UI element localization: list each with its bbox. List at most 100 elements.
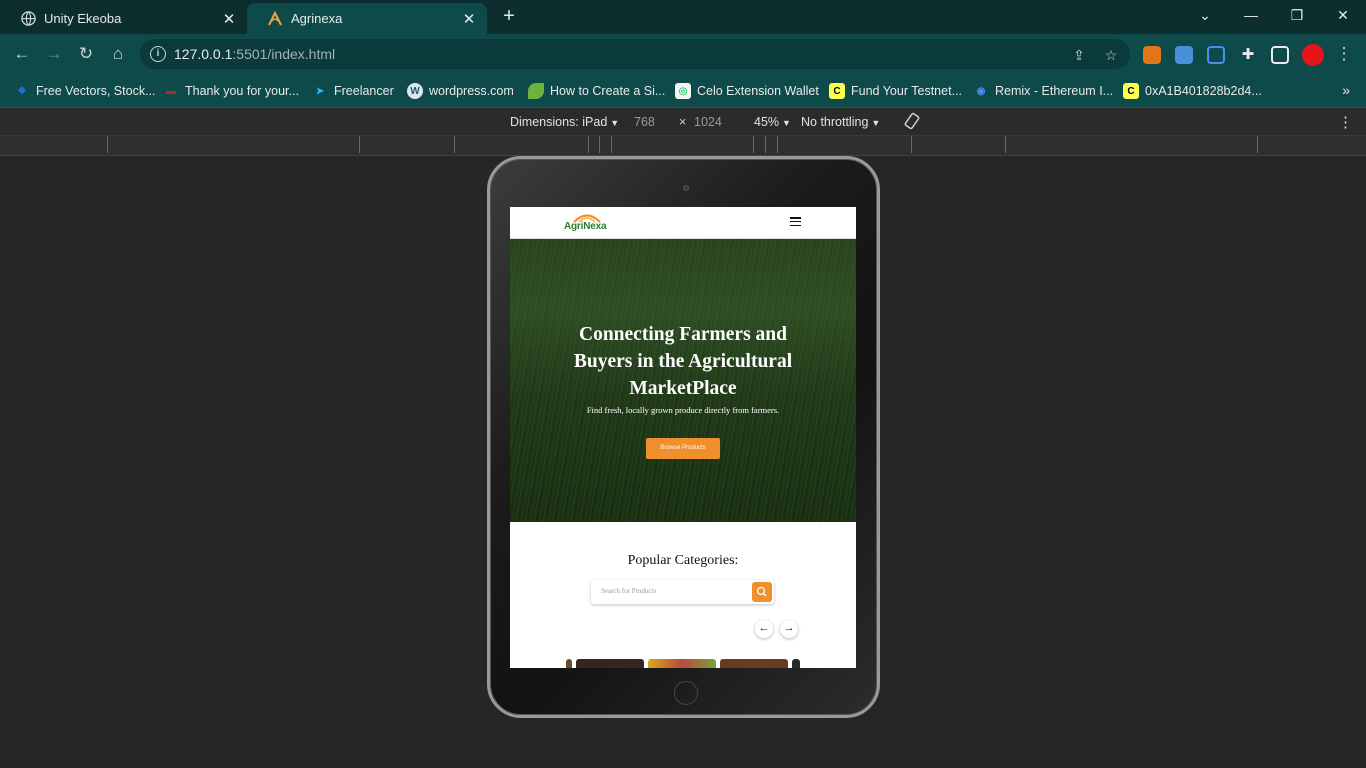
ruler-tick <box>765 136 766 153</box>
ruler-tick <box>1005 136 1006 153</box>
search-placeholder: Search for Products <box>601 587 657 595</box>
category-card-image[interactable] <box>720 659 788 668</box>
throttling-label: No throttling <box>801 115 869 129</box>
restore-button[interactable]: ❐ <box>1282 4 1312 26</box>
bookmarks-overflow-button[interactable]: » <box>1342 82 1350 98</box>
browser-toolbar: ← → ↻ ⌂ i 127.0.0.1:5501/index.html ⇪ ☆ … <box>0 34 1366 74</box>
categories-title: Popular Categories: <box>627 553 739 568</box>
share-icon[interactable]: ⇪ <box>1070 46 1088 64</box>
width-input[interactable]: 768 <box>634 115 655 129</box>
category-card-image[interactable] <box>792 659 800 668</box>
search-button[interactable] <box>752 582 772 602</box>
agrinexa-logo-icon <box>267 10 283 27</box>
globe-icon <box>20 11 36 27</box>
url-host: 127.0.0.1 <box>174 46 233 62</box>
hamburger-menu-icon[interactable] <box>790 217 801 227</box>
ruler-tick <box>611 136 612 153</box>
ruler-tick <box>588 136 589 153</box>
leaf-icon <box>528 83 544 99</box>
product-search-input[interactable]: Search for Products <box>591 580 774 604</box>
remix-icon: ◉ <box>976 85 986 97</box>
c-icon: C <box>1123 83 1139 99</box>
hero-title: Connecting Farmers and Buyers in the Agr… <box>573 324 793 399</box>
category-card-image[interactable] <box>566 659 572 668</box>
bookmark-label: How to Create a Si... <box>550 84 666 98</box>
throttling-select[interactable]: No throttling ▼ <box>801 115 880 129</box>
bookmark-item[interactable]: How to Create a Si... <box>528 82 665 100</box>
c-icon: C <box>829 83 845 99</box>
device-options-icon[interactable]: ⋮ <box>1338 113 1353 131</box>
bookmark-item[interactable]: ➤ Freelancer <box>312 82 394 100</box>
side-panel-icon[interactable] <box>1271 46 1289 64</box>
tab-search-icon[interactable]: ⌄ <box>1190 4 1220 26</box>
bookmark-item[interactable]: C 0xA1B401828b2d4... <box>1123 82 1262 100</box>
browse-products-button[interactable]: Browse Products <box>646 438 720 459</box>
browser-menu-icon[interactable]: ⋮ <box>1332 42 1356 66</box>
envato-icon: ▬ <box>166 85 176 97</box>
tab-close-icon[interactable]: ✕ <box>221 10 237 28</box>
logo-text-agri: Agri <box>564 221 584 232</box>
close-window-button[interactable]: ✕ <box>1328 4 1358 26</box>
bookmark-item[interactable]: ❖ Free Vectors, Stock... <box>14 82 156 100</box>
back-button[interactable]: ← <box>10 42 34 66</box>
bookmark-item[interactable]: ▬ Thank you for your... <box>163 82 299 100</box>
ruler-tick <box>1257 136 1258 153</box>
ruler-tick <box>777 136 778 153</box>
bookmark-label: Freelancer <box>334 84 394 98</box>
forward-button[interactable]: → <box>42 42 66 66</box>
bookmark-label: wordpress.com <box>429 84 514 98</box>
ruler-tick <box>359 136 360 153</box>
caret-down-icon: ▼ <box>610 118 620 128</box>
site-info-icon[interactable]: i <box>150 46 166 62</box>
zoom-select[interactable]: 45% ▼ <box>754 115 791 129</box>
celo-icon: ◎ <box>675 83 691 99</box>
bookmark-label: Remix - Ethereum I... <box>995 84 1114 98</box>
bookmark-label: Thank you for your... <box>185 84 299 98</box>
hero-section: Connecting Farmers and Buyers in the Agr… <box>510 239 856 522</box>
new-tab-button[interactable]: + <box>498 6 520 28</box>
ruler-tick <box>454 136 455 153</box>
caret-down-icon: ▼ <box>782 118 791 128</box>
rotate-icon[interactable] <box>903 112 921 133</box>
tab-agrinexa[interactable]: Agrinexa ✕ <box>247 3 487 34</box>
carousel-next-button[interactable]: → <box>780 620 798 638</box>
bookmark-label: 0xA1B401828b2d4... <box>1145 84 1262 98</box>
tab-strip: Unity Ekeoba ✕ Agrinexa ✕ + ⌄ — ❐ ✕ <box>0 0 1366 34</box>
home-button[interactable]: ⌂ <box>106 42 130 66</box>
bookmark-item[interactable]: Wwordpress.com <box>407 82 514 100</box>
zoom-label: 45% <box>754 115 780 129</box>
tab-label: Unity Ekeoba <box>44 11 122 26</box>
url-text[interactable]: 127.0.0.1:5501/index.html <box>174 46 335 62</box>
home-button-ring <box>674 681 698 705</box>
bookmark-star-icon[interactable]: ☆ <box>1102 46 1120 64</box>
bookmark-item[interactable]: ◎ Celo Extension Wallet <box>675 82 819 100</box>
url-path: :5501/index.html <box>232 46 336 62</box>
category-card-image[interactable] <box>648 659 716 668</box>
agrinexa-logo[interactable]: AgriNexa <box>564 211 610 235</box>
ruler-tick <box>599 136 600 153</box>
device-screen: AgriNexa Connecting Farmers and Buyers i… <box>510 207 856 668</box>
ruler-tick <box>107 136 108 153</box>
category-card-image[interactable] <box>576 659 644 668</box>
tab-label: Agrinexa <box>291 11 343 26</box>
address-bar[interactable]: i 127.0.0.1:5501/index.html ⇪ ☆ <box>140 39 1130 69</box>
freelancer-icon: ➤ <box>315 85 325 97</box>
wordpress-icon: W <box>407 83 423 99</box>
profile-avatar[interactable] <box>1302 44 1324 66</box>
reload-button[interactable]: ↻ <box>74 42 98 66</box>
dimensions-select[interactable]: Dimensions: iPad ▼ <box>510 115 619 129</box>
metamask-extension-icon[interactable] <box>1143 46 1161 64</box>
tab-unity-ekeoba[interactable]: Unity Ekeoba ✕ <box>0 3 247 34</box>
bookmark-item[interactable]: C Fund Your Testnet... <box>829 82 962 100</box>
bookmarks-bar: ❖ Free Vectors, Stock... ▬ Thank you for y… <box>0 74 1366 108</box>
minimize-button[interactable]: — <box>1236 4 1266 26</box>
dimensions-label: Dimensions: iPad <box>510 115 608 129</box>
extensions-puzzle-icon[interactable]: ✚ <box>1239 46 1257 64</box>
bookmark-item[interactable]: ◉ Remix - Ethereum I... <box>973 82 1113 100</box>
carousel-prev-button[interactable]: ← <box>755 620 773 638</box>
chat-extension-icon[interactable] <box>1175 46 1193 64</box>
bookmark-label: Celo Extension Wallet <box>697 84 819 98</box>
shield-extension-icon[interactable] <box>1207 46 1225 64</box>
height-input[interactable]: 1024 <box>694 115 722 129</box>
tab-close-icon[interactable]: ✕ <box>461 10 477 28</box>
